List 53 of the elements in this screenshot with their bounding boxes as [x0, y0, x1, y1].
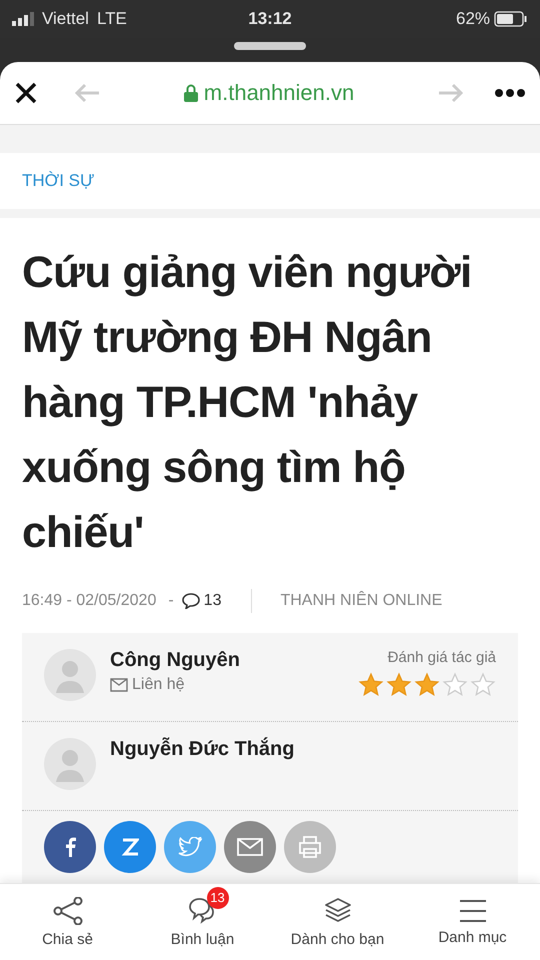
clock: 13:12: [248, 9, 292, 29]
signal-icon: [12, 12, 34, 26]
close-button[interactable]: [14, 81, 38, 105]
battery-percent: 62%: [456, 9, 490, 29]
comment-icon: [182, 593, 200, 609]
close-icon: [14, 81, 38, 105]
nav-tab[interactable]: 13 Bình luận: [135, 884, 270, 960]
category-link[interactable]: THỜI SỰ: [22, 171, 95, 190]
z-icon: [121, 837, 139, 857]
network-label: LTE: [96, 9, 127, 29]
envelope-icon: [237, 838, 263, 856]
nav-tab[interactable]: Danh mục: [405, 884, 540, 960]
star-icon: [414, 672, 440, 698]
bird-icon: [178, 837, 202, 857]
sheet-handle[interactable]: [234, 42, 306, 50]
envelope-icon: [110, 678, 128, 692]
avatar-icon: [44, 738, 96, 790]
twitter-button[interactable]: [164, 821, 216, 873]
rating-label: Đánh giá tác giả: [388, 649, 496, 666]
comment-badge: 13: [206, 886, 228, 908]
author-name[interactable]: Công Nguyên: [110, 649, 344, 672]
comment-count[interactable]: 13: [204, 592, 222, 610]
menu-icon: [458, 898, 486, 922]
forward-arrow-icon: [438, 83, 464, 103]
zalo-button[interactable]: [104, 821, 156, 873]
printer-icon: [298, 836, 322, 858]
article-title: Cứu giảng viên người Mỹ trường ĐH Ngân hàng TP.HCM 'nhảy xuống sông tìm hộ chiếu': [22, 247, 473, 559]
share-icon: [52, 896, 82, 924]
contact-link[interactable]: Liên hệ: [132, 676, 184, 694]
facebook-icon: [64, 837, 76, 857]
author-name[interactable]: Nguyễn Đức Thắng: [110, 738, 496, 761]
star-icon: [442, 672, 468, 698]
layers-icon: [324, 896, 352, 924]
print-button[interactable]: [284, 821, 336, 873]
more-button[interactable]: [494, 88, 526, 98]
nav-tab[interactable]: Dành cho bạn: [270, 884, 405, 960]
source-label: THANH NIÊN ONLINE: [280, 592, 442, 610]
star-icon: [386, 672, 412, 698]
more-icon: [494, 88, 526, 98]
email-button[interactable]: [224, 821, 276, 873]
back-arrow-icon: [74, 83, 100, 103]
nav-tab[interactable]: Chia sẻ: [0, 884, 135, 960]
url-text[interactable]: m.thanhnien.vn: [204, 80, 354, 106]
facebook-button[interactable]: [44, 821, 96, 873]
battery-icon: [494, 11, 528, 27]
star-icon: [358, 672, 384, 698]
avatar-icon: [44, 649, 96, 701]
star-icon: [470, 672, 496, 698]
lock-icon: [184, 84, 198, 102]
timestamp: 16:49 - 02/05/2020: [22, 592, 156, 610]
star-rating[interactable]: [358, 672, 496, 698]
separator: -: [168, 592, 174, 610]
carrier-label: Viettel: [42, 9, 89, 29]
